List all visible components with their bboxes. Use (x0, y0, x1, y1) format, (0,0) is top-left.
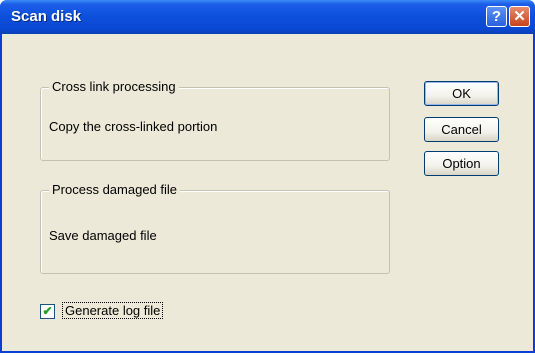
close-icon: ✕ (513, 8, 526, 25)
cross-link-processing-value: Copy the cross-linked portion (49, 119, 218, 134)
scan-disk-dialog: Scan disk ? ✕ Cross link processing Copy… (0, 0, 535, 353)
cross-link-processing-legend: Cross link processing (49, 79, 179, 94)
option-button[interactable]: Option (424, 151, 499, 176)
process-damaged-file-legend: Process damaged file (49, 182, 181, 197)
help-button[interactable]: ? (486, 6, 507, 27)
ok-button[interactable]: OK (424, 81, 499, 106)
help-icon: ? (491, 8, 502, 25)
close-button[interactable]: ✕ (509, 6, 530, 27)
title-bar[interactable]: Scan disk ? ✕ (0, 0, 535, 34)
cancel-button[interactable]: Cancel (424, 117, 499, 142)
process-damaged-file-value: Save damaged file (49, 228, 157, 243)
cross-link-processing-group: Cross link processing Copy the cross-lin… (40, 79, 390, 161)
generate-log-file-checkbox[interactable]: ✔ (40, 304, 55, 319)
process-damaged-file-group: Process damaged file Save damaged file (40, 182, 390, 274)
generate-log-file-label[interactable]: Generate log file (62, 302, 164, 319)
checkmark-icon: ✔ (42, 304, 53, 318)
window-title: Scan disk (11, 8, 82, 25)
